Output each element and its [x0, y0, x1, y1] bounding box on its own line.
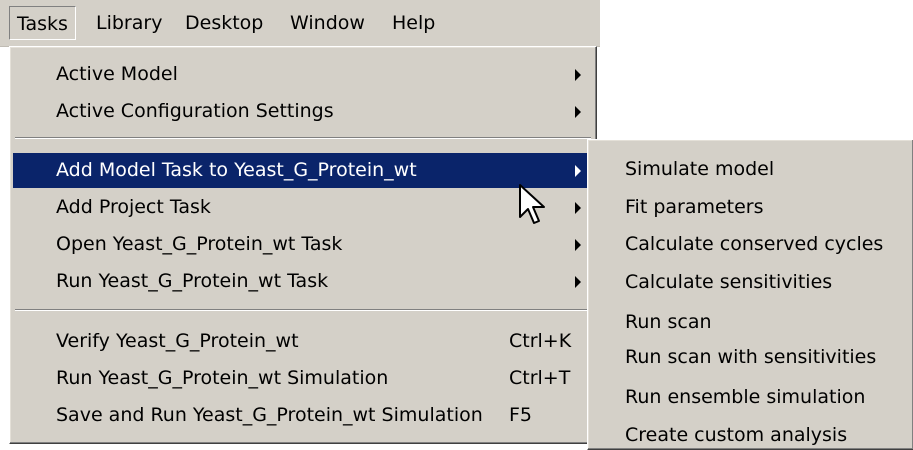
menu-item-label: Open Yeast_G_Protein_wt Task [56, 233, 343, 255]
submenu-item-calculate-sensitivities[interactable]: Calculate sensitivities [625, 267, 832, 297]
menu-separator [15, 309, 591, 311]
menu-item-shortcut: F5 [509, 404, 533, 426]
menu-tasks[interactable]: Tasks [9, 6, 76, 40]
menu-window[interactable]: Window [283, 6, 372, 40]
submenu-item-fit-parameters[interactable]: Fit parameters [625, 192, 764, 222]
mouse-pointer-icon [519, 184, 545, 224]
menu-item-active-configuration-settings[interactable]: Active Configuration Settings [13, 94, 593, 129]
submenu-item-run-scan-with-sensitivities[interactable]: Run scan with sensitivities [625, 342, 876, 372]
menu-item-shortcut: Ctrl+K [509, 330, 572, 352]
menu-item-shortcut: Ctrl+T [509, 367, 571, 389]
submenu-item-simulate-model[interactable]: Simulate model [625, 154, 774, 184]
add-model-task-submenu: Simulate model Fit parameters Calculate … [587, 139, 913, 450]
menu-item-label: Add Model Task to Yeast_G_Protein_wt [56, 159, 417, 181]
submenu-arrow-icon [575, 165, 581, 177]
menu-separator [15, 137, 591, 139]
menu-library[interactable]: Library [89, 6, 169, 40]
menu-item-run-task[interactable]: Run Yeast_G_Protein_wt Task [13, 264, 593, 299]
menu-item-label: Run Yeast_G_Protein_wt Simulation [56, 367, 389, 389]
submenu-arrow-icon [575, 202, 581, 214]
menu-help[interactable]: Help [385, 6, 442, 40]
tasks-menu: Active Model Active Configuration Settin… [9, 46, 597, 444]
menu-item-label: Add Project Task [56, 196, 211, 218]
menu-item-label: Verify Yeast_G_Protein_wt [56, 330, 299, 352]
submenu-arrow-icon [575, 106, 581, 118]
menu-item-add-project-task[interactable]: Add Project Task [13, 190, 593, 225]
submenu-item-run-ensemble-simulation[interactable]: Run ensemble simulation [625, 382, 865, 412]
submenu-arrow-icon [575, 239, 581, 251]
menu-item-label: Active Configuration Settings [56, 100, 334, 122]
submenu-item-calculate-conserved-cycles[interactable]: Calculate conserved cycles [625, 229, 883, 259]
submenu-item-run-scan[interactable]: Run scan [625, 307, 712, 337]
submenu-arrow-icon [575, 69, 581, 81]
menu-bar: Tasks Library Desktop Window Help [0, 0, 600, 47]
menu-item-add-model-task[interactable]: Add Model Task to Yeast_G_Protein_wt [13, 153, 593, 188]
menu-desktop[interactable]: Desktop [178, 6, 270, 40]
menu-item-active-model[interactable]: Active Model [13, 57, 593, 92]
menu-item-label: Save and Run Yeast_G_Protein_wt Simulati… [56, 404, 483, 426]
menu-item-verify[interactable]: Verify Yeast_G_Protein_wt Ctrl+K [13, 324, 593, 359]
menu-item-run-simulation[interactable]: Run Yeast_G_Protein_wt Simulation Ctrl+T [13, 361, 593, 396]
menu-item-label: Run Yeast_G_Protein_wt Task [56, 270, 329, 292]
menu-item-label: Active Model [56, 63, 178, 85]
submenu-arrow-icon [575, 276, 581, 288]
menu-item-save-and-run-simulation[interactable]: Save and Run Yeast_G_Protein_wt Simulati… [13, 398, 593, 433]
menu-item-open-task[interactable]: Open Yeast_G_Protein_wt Task [13, 227, 593, 262]
submenu-item-create-custom-analysis[interactable]: Create custom analysis [625, 420, 847, 450]
